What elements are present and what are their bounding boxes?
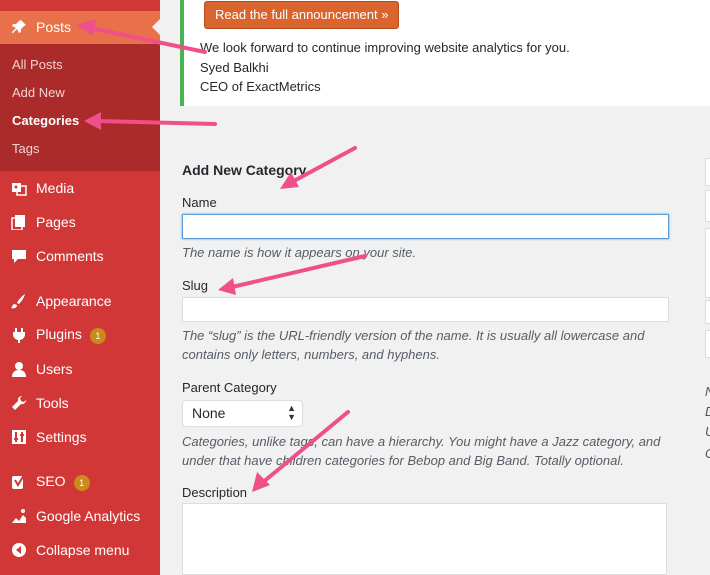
notice-author: Syed Balkhi: [200, 60, 269, 75]
menu-users[interactable]: Users: [0, 354, 160, 384]
parent-category-select[interactable]: None ▲ ▼: [182, 400, 303, 427]
name-label: Name: [182, 195, 217, 210]
submenu-add-new[interactable]: Add New: [12, 85, 65, 100]
menu-users-label: Users: [36, 361, 73, 377]
clipped-control-4[interactable]: [705, 300, 710, 324]
name-help: The name is how it appears on your site.: [182, 245, 417, 260]
menu-seo[interactable]: SEO 1: [0, 467, 160, 497]
menu-posts-row[interactable]: Posts: [0, 12, 160, 42]
menu-comments-label: Comments: [36, 248, 104, 264]
menu-tools[interactable]: Tools: [0, 388, 160, 418]
menu-tools-label: Tools: [36, 395, 69, 411]
menu-settings[interactable]: Settings: [0, 422, 160, 452]
media-icon: [10, 179, 28, 197]
tools-icon: [10, 394, 28, 412]
menu-google-analytics-label: Google Analytics: [36, 508, 141, 524]
menu-google-analytics[interactable]: Google Analytics: [0, 501, 160, 531]
menu-seo-label: SEO: [36, 473, 66, 490]
parent-category-value: None: [192, 405, 226, 421]
posts-submenu: All Posts Add New Categories Tags: [0, 44, 160, 171]
users-icon: [10, 360, 28, 378]
select-arrows-icon: ▲ ▼: [287, 403, 296, 422]
menu-pages-label: Pages: [36, 214, 76, 230]
seo-icon: [10, 473, 28, 491]
read-announcement-button[interactable]: Read the full announcement »: [204, 1, 400, 29]
submenu-tags[interactable]: Tags: [12, 141, 39, 156]
menu-media-label: Media: [36, 180, 75, 196]
form-heading: Add New Category: [182, 162, 307, 178]
clipped-text-2: D: [705, 404, 710, 419]
submenu-categories[interactable]: Categories: [12, 113, 79, 128]
menu-pages[interactable]: Pages: [0, 207, 160, 237]
clipped-text-1: N: [705, 384, 710, 399]
menu-appearance-label: Appearance: [36, 293, 112, 309]
notice-message: We look forward to continue improving we…: [200, 40, 570, 55]
plugins-icon: [10, 326, 28, 344]
plugins-update-badge: 1: [89, 327, 106, 344]
notice-author-title: CEO of ExactMetrics: [200, 79, 321, 94]
menu-appearance[interactable]: Appearance: [0, 286, 160, 316]
name-input[interactable]: [182, 214, 669, 239]
menu-collapse-label: Collapse menu: [36, 542, 130, 558]
menu-plugins-label: Plugins: [36, 326, 82, 343]
seo-update-badge: 1: [73, 474, 90, 491]
menu-plugins[interactable]: Plugins 1: [0, 320, 160, 350]
clipped-text-4: C: [705, 446, 710, 461]
comments-icon: [10, 247, 28, 265]
submenu-all-posts[interactable]: All Posts: [12, 57, 63, 72]
analytics-icon: [10, 507, 28, 525]
menu-media[interactable]: Media: [0, 173, 160, 203]
collapse-icon: [10, 541, 28, 559]
admin-sidebar: Posts All Posts Add New Categories Tags …: [0, 0, 160, 575]
parent-help-line-1: Categories, unlike tags, can have a hier…: [182, 434, 661, 449]
slug-help-line-2: contains only letters, numbers, and hyph…: [182, 347, 440, 362]
menu-comments[interactable]: Comments: [0, 241, 160, 271]
slug-help-line-1: The “slug” is the URL-friendly version o…: [182, 328, 645, 343]
menu-posts-label: Posts: [36, 19, 72, 35]
announcement-notice: Read the full announcement » We look for…: [180, 0, 710, 106]
clipped-text-3: U: [705, 424, 710, 439]
menu-settings-label: Settings: [36, 429, 87, 445]
settings-icon: [10, 428, 28, 446]
appearance-icon: [10, 292, 28, 310]
menu-collapse[interactable]: Collapse menu: [0, 535, 160, 565]
parent-category-label: Parent Category: [182, 380, 277, 395]
clipped-control-2[interactable]: [705, 190, 710, 222]
slug-label: Slug: [182, 278, 209, 293]
description-textarea[interactable]: [182, 503, 667, 575]
clipped-control-1[interactable]: [705, 158, 710, 186]
pin-icon: [10, 18, 28, 36]
parent-help-line-2: under that have children categories for …: [182, 453, 624, 468]
slug-input[interactable]: [182, 297, 669, 322]
pages-icon: [10, 213, 28, 231]
description-label: Description: [182, 485, 248, 500]
clipped-control-3[interactable]: [705, 228, 710, 298]
clipped-control-5[interactable]: [705, 330, 710, 358]
